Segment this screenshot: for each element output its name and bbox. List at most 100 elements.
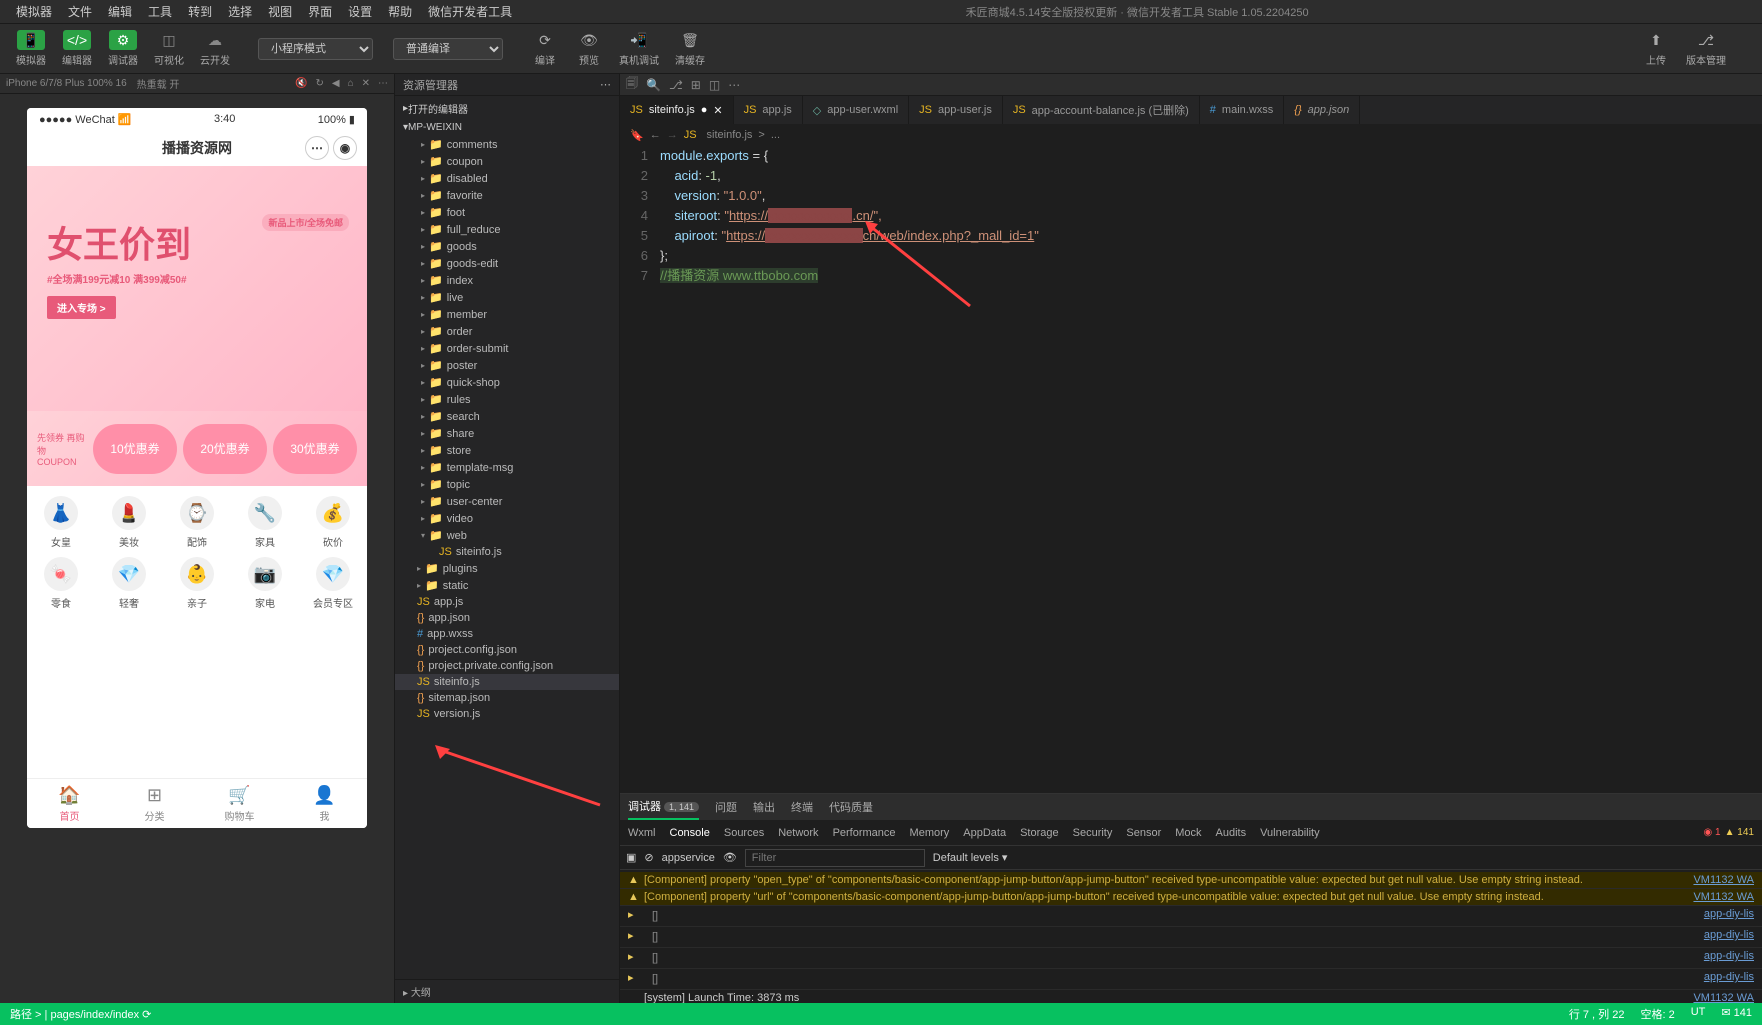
folder-order[interactable]: 📁order xyxy=(395,323,619,340)
opened-editors-section[interactable]: ▸ 打开的编辑器 xyxy=(395,98,619,119)
folder-coupon[interactable]: 📁coupon xyxy=(395,153,619,170)
menu-wechat-devtools[interactable]: 微信开发者工具 xyxy=(420,3,520,20)
banner-button[interactable]: 进入专场 > xyxy=(47,296,116,319)
menu-select[interactable]: 选择 xyxy=(220,3,260,20)
hot-reload[interactable]: 热重载 开 xyxy=(137,76,180,91)
folder-order-submit[interactable]: 📁order-submit xyxy=(395,340,619,357)
folder-quick-shop[interactable]: 📁quick-shop xyxy=(395,374,619,391)
folder-poster[interactable]: 📁poster xyxy=(395,357,619,374)
warn-count[interactable]: ▲ 141 xyxy=(1725,827,1754,838)
coupon-30[interactable]: 30优惠券 xyxy=(273,424,357,474)
eye-icon[interactable]: 👁 xyxy=(723,851,737,864)
devtab-Sensor[interactable]: Sensor xyxy=(1126,827,1161,839)
tab-code-quality[interactable]: 代码质量 xyxy=(829,795,873,819)
folder-foot[interactable]: 📁foot xyxy=(395,204,619,221)
forward-icon[interactable]: → xyxy=(667,129,678,141)
capsule-close-icon[interactable]: ◉ xyxy=(333,136,357,160)
sim-mute-icon[interactable]: 🔇 xyxy=(295,78,307,89)
devtab-AppData[interactable]: AppData xyxy=(963,827,1006,839)
sim-rotate-icon[interactable]: ↻ xyxy=(315,78,323,89)
sb-path[interactable]: 路径 > | pages/index/index ⟳ xyxy=(10,1006,151,1022)
console-output[interactable]: ▲[Component] property "open_type" of "co… xyxy=(620,870,1762,1003)
tab-terminal[interactable]: 终端 xyxy=(791,795,813,819)
file-siteinfo.js[interactable]: JSsiteinfo.js xyxy=(395,674,619,690)
folder-static[interactable]: 📁static xyxy=(395,577,619,594)
category-1[interactable]: 💄美妆 xyxy=(95,496,163,549)
project-root-section[interactable]: ▾ MP-WEIXIN xyxy=(395,119,619,136)
devtab-Console[interactable]: Console xyxy=(670,827,710,839)
folder-user-center[interactable]: 📁user-center xyxy=(395,493,619,510)
menu-view[interactable]: 视图 xyxy=(260,3,300,20)
tb-cloud[interactable]: ☁云开发 xyxy=(192,28,238,69)
sim-back-icon[interactable]: ◀ xyxy=(332,78,340,89)
folder-disabled[interactable]: 📁disabled xyxy=(395,170,619,187)
console-array[interactable]: ▸[]app-diy-lis xyxy=(620,948,1762,969)
menu-help[interactable]: 帮助 xyxy=(380,3,420,20)
git-icon[interactable]: ⎇ xyxy=(669,78,683,92)
folder-topic[interactable]: 📁topic xyxy=(395,476,619,493)
category-5[interactable]: 🍬零食 xyxy=(27,557,95,610)
console-source-link[interactable]: app-diy-lis xyxy=(1704,950,1754,966)
tab-problems[interactable]: 问题 xyxy=(715,795,737,819)
menu-tools[interactable]: 工具 xyxy=(140,3,180,20)
console-warning[interactable]: ▲[Component] property "open_type" of "co… xyxy=(620,872,1762,889)
code-editor[interactable]: 1234567 module.exports = { acid: -1, ver… xyxy=(620,146,1762,793)
menu-edit[interactable]: 编辑 xyxy=(100,3,140,20)
folder-share[interactable]: 📁share xyxy=(395,425,619,442)
folder-web[interactable]: 📁web xyxy=(395,527,619,544)
breadcrumb[interactable]: 🔖 ← → JS siteinfo.js > ... xyxy=(620,124,1762,146)
sb-encoding[interactable]: UT xyxy=(1691,1006,1706,1022)
category-0[interactable]: 👗女皇 xyxy=(27,496,95,549)
sim-more-icon[interactable]: ⋯ xyxy=(378,78,388,89)
outline-section[interactable]: ▸ 大纲 xyxy=(395,979,619,1003)
folder-index[interactable]: 📁index xyxy=(395,272,619,289)
folder-goods-edit[interactable]: 📁goods-edit xyxy=(395,255,619,272)
tb-visual[interactable]: ◫可视化 xyxy=(146,28,192,69)
folder-store[interactable]: 📁store xyxy=(395,442,619,459)
folder-live[interactable]: 📁live xyxy=(395,289,619,306)
console-warning[interactable]: ▲[Component] property "url" of "componen… xyxy=(620,889,1762,906)
ext-icon[interactable]: ⊞ xyxy=(691,78,701,92)
devtab-Vulnerability[interactable]: Vulnerability xyxy=(1260,827,1320,839)
file-app.js[interactable]: JSapp.js xyxy=(395,594,619,610)
console-source-link[interactable]: app-diy-lis xyxy=(1704,929,1754,945)
tb-upload[interactable]: ⬆上传 xyxy=(1634,28,1678,69)
editor-tab-app-user.wxml[interactable]: ◇app-user.wxml xyxy=(803,96,909,124)
folder-goods[interactable]: 📁goods xyxy=(395,238,619,255)
folder-rules[interactable]: 📁rules xyxy=(395,391,619,408)
file-sitemap.json[interactable]: {}sitemap.json xyxy=(395,690,619,706)
editor-tab-app.json[interactable]: {}app.json xyxy=(1284,96,1360,124)
search-icon[interactable]: 🔍 xyxy=(646,78,661,92)
sim-home-icon[interactable]: ⌂ xyxy=(348,78,354,89)
sim-close-icon[interactable]: ✕ xyxy=(362,78,370,89)
folder-search[interactable]: 📁search xyxy=(395,408,619,425)
editor-tab-main.wxss[interactable]: #main.wxss xyxy=(1200,96,1284,124)
mode-select[interactable]: 小程序模式 xyxy=(258,38,373,60)
devtab-Sources[interactable]: Sources xyxy=(724,827,764,839)
tb-simulator[interactable]: 📱模拟器 xyxy=(8,28,54,69)
file-app.wxss[interactable]: #app.wxss xyxy=(395,626,619,642)
file-siteinfo-js-web[interactable]: JSsiteinfo.js xyxy=(395,544,619,560)
coupon-20[interactable]: 20优惠券 xyxy=(183,424,267,474)
console-array[interactable]: ▸[]app-diy-lis xyxy=(620,969,1762,990)
console-log[interactable]: [system] Launch Time: 3873 msVM1132 WA xyxy=(620,990,1762,1003)
category-2[interactable]: ⌚配饰 xyxy=(163,496,231,549)
folder-full_reduce[interactable]: 📁full_reduce xyxy=(395,221,619,238)
folder-member[interactable]: 📁member xyxy=(395,306,619,323)
menu-file[interactable]: 文件 xyxy=(60,3,100,20)
console-array[interactable]: ▸[]app-diy-lis xyxy=(620,906,1762,927)
devtab-Security[interactable]: Security xyxy=(1073,827,1113,839)
explorer-more-icon[interactable]: ⋯ xyxy=(600,78,611,91)
capsule-menu-icon[interactable]: ⋯ xyxy=(305,136,329,160)
category-4[interactable]: 💰砍价 xyxy=(299,496,367,549)
category-8[interactable]: 📷家电 xyxy=(231,557,299,610)
menu-settings[interactable]: 设置 xyxy=(340,3,380,20)
clear-console-icon[interactable]: ⊘ xyxy=(644,851,653,864)
folder-comments[interactable]: 📁comments xyxy=(395,136,619,153)
explorer-toggle-icon[interactable]: 🗐 xyxy=(626,74,638,95)
tb-editor[interactable]: </>编辑器 xyxy=(54,28,100,69)
tb-compile[interactable]: ⟳编译 xyxy=(523,28,567,69)
tab-我[interactable]: 👤我 xyxy=(282,779,367,828)
console-source-link[interactable]: app-diy-lis xyxy=(1704,908,1754,924)
back-icon[interactable]: ← xyxy=(650,129,661,141)
